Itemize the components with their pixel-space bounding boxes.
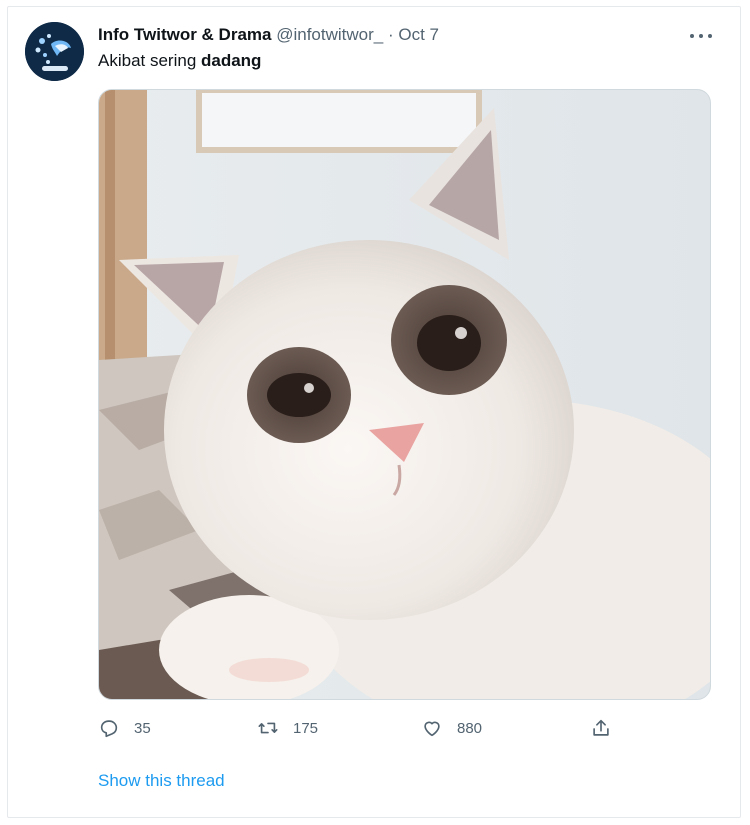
- tweet-text-bold: dadang: [201, 51, 262, 70]
- reply-icon: [100, 720, 118, 738]
- tweet-date[interactable]: Oct 7: [398, 25, 439, 44]
- cat-photo: [99, 90, 710, 699]
- reply-count: 35: [134, 719, 151, 737]
- show-thread-link[interactable]: Show this thread: [98, 771, 225, 791]
- display-name[interactable]: Info Twitwor & Drama: [98, 25, 271, 44]
- reply-button[interactable]: 35: [98, 712, 151, 744]
- share-button[interactable]: [590, 712, 612, 744]
- avatar-logo-icon: [25, 22, 84, 81]
- tweet-actions: 35 175 880: [98, 712, 618, 744]
- retweet-button[interactable]: 175: [257, 712, 318, 744]
- avatar[interactable]: [25, 22, 84, 81]
- retweet-count: 175: [293, 719, 319, 737]
- retweet-icon: [258, 722, 278, 734]
- share-icon: [593, 719, 609, 736]
- tweet-text: Akibat sering dadang: [98, 51, 261, 71]
- user-handle[interactable]: @infotwitwor_: [276, 25, 383, 44]
- tweet-header: Info Twitwor & Drama @infotwitwor_ · Oct…: [98, 25, 439, 47]
- like-count: 880: [457, 719, 483, 737]
- heart-icon: [424, 721, 440, 737]
- tweet-text-prefix: Akibat sering: [98, 51, 201, 70]
- more-options-button[interactable]: [688, 27, 714, 43]
- more-horizontal-icon: [699, 34, 703, 38]
- like-button[interactable]: 880: [421, 712, 482, 744]
- more-horizontal-icon: [708, 34, 712, 38]
- more-horizontal-icon: [690, 34, 694, 38]
- separator-dot: ·: [387, 25, 394, 44]
- tweet-photo[interactable]: [98, 89, 711, 700]
